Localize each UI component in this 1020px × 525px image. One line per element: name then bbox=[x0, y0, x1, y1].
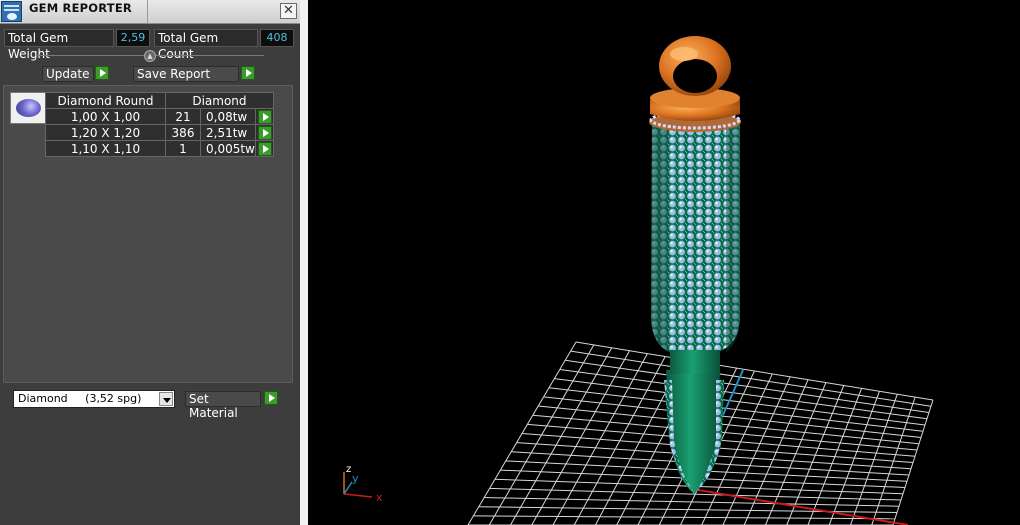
3d-viewport[interactable]: x y z bbox=[308, 0, 1020, 525]
gem-weight-cell: 0,08tw bbox=[200, 108, 256, 125]
save-report-go-icon[interactable] bbox=[241, 66, 255, 80]
total-gem-count-label: Total Gem Count bbox=[154, 29, 258, 61]
gem-reporter-panel: GEM REPORTER ✕ Total Gem Weight 2,59 Tot… bbox=[0, 0, 300, 525]
round-diamond-icon[interactable] bbox=[10, 92, 46, 124]
gem-reporter-app-icon bbox=[1, 1, 22, 22]
viewport-canvas: x y z bbox=[343, 36, 934, 525]
material-select[interactable]: Diamond (3,52 spg) bbox=[13, 390, 175, 408]
table-row[interactable]: 1,10 X 1,10 1 0,005tw bbox=[45, 140, 274, 157]
title-divider bbox=[147, 0, 148, 23]
row-go-cell bbox=[254, 124, 274, 141]
gem-size-cell: 1,00 X 1,00 bbox=[45, 108, 166, 125]
total-gem-weight-value: 2,59 bbox=[116, 29, 150, 47]
pendant-neck bbox=[670, 350, 720, 374]
axis-triad: x y z bbox=[343, 464, 383, 504]
gem-table-header: Diamond Round Diamond bbox=[45, 92, 274, 109]
z-axis-label: z bbox=[346, 464, 351, 475]
pendant-body-shade bbox=[651, 118, 668, 352]
x-axis-label: x bbox=[376, 491, 383, 504]
pendant-tip bbox=[666, 370, 720, 494]
grid-line bbox=[892, 399, 934, 525]
update-go-icon[interactable] bbox=[95, 66, 109, 80]
update-button[interactable]: Update bbox=[42, 66, 94, 82]
bail-ring-highlight bbox=[670, 47, 698, 61]
chevron-down-icon[interactable] bbox=[159, 392, 173, 406]
gem-count-cell: 386 bbox=[165, 124, 201, 141]
gem-size-cell: 1,10 X 1,10 bbox=[45, 140, 166, 157]
column-header-shape: Diamond Round bbox=[45, 92, 166, 109]
gem-count-cell: 21 bbox=[165, 108, 201, 125]
gem-size-cell: 1,20 X 1,20 bbox=[45, 124, 166, 141]
table-row[interactable]: 1,00 X 1,00 21 0,08tw bbox=[45, 108, 274, 125]
set-material-button[interactable]: Set Material bbox=[185, 391, 261, 420]
bail-ring-hole bbox=[673, 59, 717, 93]
column-header-material: Diamond bbox=[165, 92, 274, 109]
select-row-arrow-icon[interactable] bbox=[257, 110, 272, 124]
y-axis-line bbox=[722, 369, 744, 416]
select-row-arrow-icon[interactable] bbox=[257, 142, 272, 156]
save-report-button[interactable]: Save Report bbox=[133, 66, 239, 82]
close-icon: ✕ bbox=[283, 3, 294, 18]
panel-splitter-handle[interactable]: ▲ bbox=[144, 50, 156, 62]
x-axis-line bbox=[697, 489, 909, 525]
gem-weight-cell: 0,005tw bbox=[200, 140, 256, 157]
pendant-body-shade-right bbox=[726, 118, 740, 352]
gem-table: Diamond Round Diamond 1,00 X 1,00 21 0,0… bbox=[45, 92, 274, 157]
y-axis-label: y bbox=[352, 472, 359, 485]
grid-line bbox=[478, 506, 898, 513]
row-go-cell bbox=[254, 140, 274, 157]
set-material-go-icon[interactable] bbox=[264, 391, 278, 405]
grid-line bbox=[484, 497, 900, 507]
row-go-cell bbox=[254, 108, 274, 125]
total-gem-weight-label: Total Gem Weight bbox=[4, 29, 114, 61]
gem-count-cell: 1 bbox=[165, 140, 201, 157]
close-button[interactable]: ✕ bbox=[280, 3, 297, 19]
total-gem-count-value: 408 bbox=[260, 29, 294, 47]
title-bar[interactable]: GEM REPORTER ✕ bbox=[0, 0, 300, 24]
table-row[interactable]: 1,20 X 1,20 386 2,51tw bbox=[45, 124, 274, 141]
gem-weight-cell: 2,51tw bbox=[200, 124, 256, 141]
window-title: GEM REPORTER bbox=[29, 1, 132, 15]
panel-divider[interactable] bbox=[300, 0, 308, 525]
material-select-value: Diamond (3,52 spg) bbox=[18, 392, 142, 405]
select-row-arrow-icon[interactable] bbox=[257, 126, 272, 140]
